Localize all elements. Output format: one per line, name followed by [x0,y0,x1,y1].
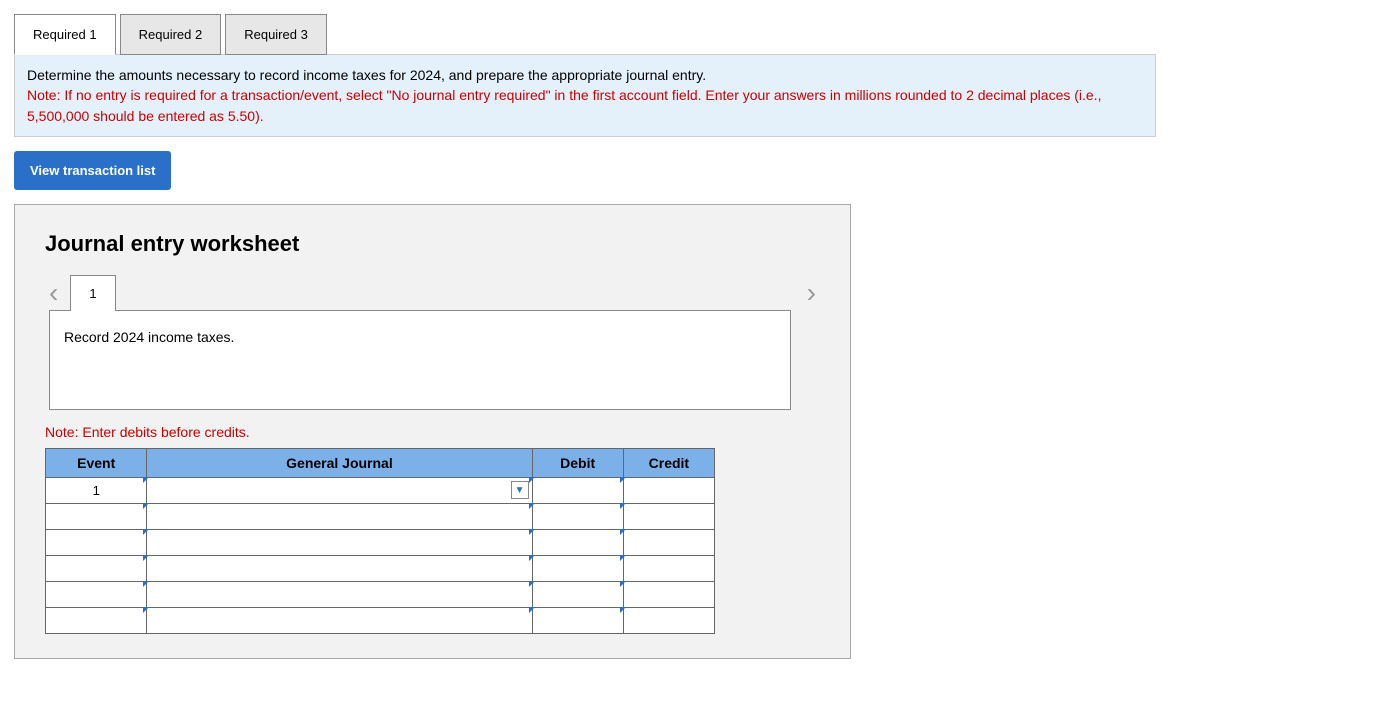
instructions-note: Note: If no entry is required for a tran… [27,87,1101,123]
table-row [46,607,715,633]
instructions-main: Determine the amounts necessary to recor… [27,67,706,83]
general-journal-cell[interactable] [147,555,532,581]
header-debit: Debit [532,448,623,477]
table-row [46,503,715,529]
debit-cell[interactable] [532,555,623,581]
next-entry-arrow[interactable]: › [803,277,820,309]
table-row [46,529,715,555]
event-cell [46,503,147,529]
general-journal-cell[interactable] [147,503,532,529]
debit-cell[interactable] [532,529,623,555]
table-row [46,581,715,607]
requirement-tabs: Required 1 Required 2 Required 3 [14,14,1156,55]
worksheet-title: Journal entry worksheet [45,231,820,257]
table-row [46,555,715,581]
event-cell [46,529,147,555]
tab-required-3[interactable]: Required 3 [225,14,327,55]
event-cell [46,607,147,633]
journal-entry-table: Event General Journal Debit Credit 1▼ [45,448,715,634]
tab-required-2[interactable]: Required 2 [120,14,222,55]
debit-cell[interactable] [532,503,623,529]
credit-cell[interactable] [623,529,714,555]
credit-cell[interactable] [623,503,714,529]
credit-cell[interactable] [623,581,714,607]
general-journal-cell[interactable] [147,607,532,633]
debit-cell[interactable] [532,607,623,633]
debit-cell[interactable] [532,581,623,607]
view-transaction-list-button[interactable]: View transaction list [14,151,171,190]
credit-cell[interactable] [623,607,714,633]
journal-entry-worksheet: Journal entry worksheet ‹ 1 › Record 202… [14,204,851,659]
credit-cell[interactable] [623,477,714,503]
entry-description: Record 2024 income taxes. [49,310,791,410]
debit-cell[interactable] [532,477,623,503]
debits-before-credits-note: Note: Enter debits before credits. [45,424,820,440]
prev-entry-arrow[interactable]: ‹ [45,277,62,309]
general-journal-cell[interactable] [147,581,532,607]
event-cell [46,581,147,607]
instructions-panel: Determine the amounts necessary to recor… [14,54,1156,137]
header-event: Event [46,448,147,477]
event-cell [46,555,147,581]
tab-required-1[interactable]: Required 1 [14,14,116,55]
entry-step-tab-1[interactable]: 1 [70,275,115,311]
header-general-journal: General Journal [147,448,532,477]
dropdown-caret-icon[interactable]: ▼ [511,481,529,499]
general-journal-cell[interactable] [147,529,532,555]
header-credit: Credit [623,448,714,477]
general-journal-cell[interactable]: ▼ [147,477,532,503]
table-row: 1▼ [46,477,715,503]
event-cell: 1 [46,477,147,503]
credit-cell[interactable] [623,555,714,581]
